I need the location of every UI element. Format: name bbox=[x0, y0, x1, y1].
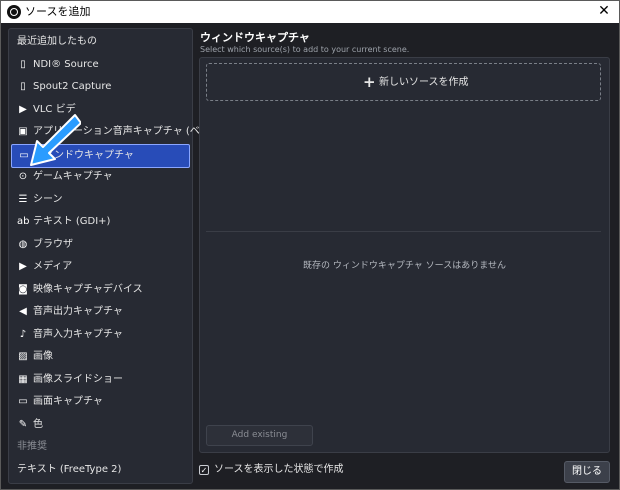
source-type-item[interactable]: 最近追加したもの bbox=[11, 31, 190, 53]
source-type-item[interactable]: ☰ シーン bbox=[11, 189, 190, 211]
obs-logo-icon bbox=[7, 5, 21, 19]
title-bar: ソースを追加 ✕ bbox=[1, 1, 619, 23]
plus-icon: + bbox=[363, 73, 376, 91]
add-existing-button[interactable]: Add existing bbox=[206, 425, 313, 446]
document-icon: ▯ bbox=[20, 81, 26, 92]
source-type-item[interactable]: ◀ 音声出力キャプチャ bbox=[11, 301, 190, 323]
source-type-label: シーン bbox=[33, 193, 63, 205]
source-type-item[interactable]: ▨ 画像 bbox=[11, 346, 190, 368]
camera-icon: ◙ bbox=[18, 283, 28, 295]
existing-sources-panel: + 新しいソースを作成 既存の ウィンドウキャプチャ ソースはありません Add… bbox=[199, 57, 610, 453]
image-icon: ▨ bbox=[18, 351, 28, 362]
source-type-label: 画像 bbox=[33, 351, 53, 362]
source-type-label: ゲームキャプチャ bbox=[33, 171, 113, 182]
source-type-label: 音声出力キャプチャ bbox=[33, 306, 123, 317]
source-type-label: ブラウザ bbox=[33, 238, 73, 250]
source-type-item[interactable]: ◙ 映像キャプチャデバイス bbox=[11, 279, 190, 301]
source-type-item[interactable]: ◍ ブラウザ bbox=[11, 234, 190, 256]
source-type-label: 画像スライドショー bbox=[33, 373, 123, 385]
source-type-item[interactable]: ▭ 画面キャプチャ bbox=[11, 391, 190, 413]
source-type-label: 非推奨 bbox=[17, 441, 47, 452]
source-type-item[interactable]: ♪ 音声入力キャプチャ bbox=[11, 324, 190, 346]
source-type-label: メディア bbox=[33, 261, 73, 272]
globe-icon: ◍ bbox=[18, 238, 28, 250]
source-type-label: テキスト (FreeType 2) bbox=[17, 463, 122, 475]
speaker-icon: ◀ bbox=[19, 306, 27, 317]
gamepad-icon: ⊙ bbox=[18, 171, 28, 182]
empty-sources-message: 既存の ウィンドウキャプチャ ソースはありません bbox=[303, 261, 506, 271]
source-type-label: 音声入力キャプチャ bbox=[33, 328, 123, 340]
make-visible-label: ソースを表示した状態で作成 bbox=[214, 464, 344, 475]
window-title: ソースを追加 bbox=[25, 5, 91, 18]
pointer-arrow-icon bbox=[30, 114, 81, 166]
slideshow-icon: ▦ bbox=[18, 373, 28, 385]
source-type-label: テキスト (GDI+) bbox=[33, 216, 111, 227]
list-icon: ☰ bbox=[18, 193, 28, 205]
microphone-icon: ♪ bbox=[19, 328, 27, 340]
source-type-item[interactable]: ▦ 画像スライドショー bbox=[11, 369, 190, 391]
source-type-item[interactable]: ab テキスト (GDI+) bbox=[11, 211, 190, 233]
source-type-label: 映像キャプチャデバイス bbox=[33, 283, 143, 295]
source-type-item[interactable]: ▯ NDI® Source bbox=[11, 54, 190, 76]
monitor-icon: ▭ bbox=[18, 396, 28, 407]
brush-icon: ✎ bbox=[18, 418, 28, 430]
source-type-label: 画面キャプチャ bbox=[33, 396, 103, 407]
source-type-item[interactable]: ▯ Spout2 Capture bbox=[11, 76, 190, 98]
source-type-label: NDI® Source bbox=[33, 58, 99, 70]
source-type-item[interactable]: ✎ 色 bbox=[11, 414, 190, 436]
source-type-item[interactable]: テキスト (FreeType 2) bbox=[11, 459, 190, 481]
text-icon: ab bbox=[17, 216, 30, 227]
add-source-dialog: ソースを追加 ✕ 最近追加したもの ▯ NDI® Source ▯ Spout2 Cap… bbox=[0, 0, 620, 490]
close-button[interactable]: 閉じる bbox=[564, 461, 610, 483]
source-type-item[interactable]: ▶ メディア bbox=[11, 256, 190, 278]
close-icon[interactable]: ✕ bbox=[595, 2, 613, 20]
source-type-item: 非推奨 bbox=[11, 436, 190, 458]
page-title: ウィンドウキャプチャ bbox=[200, 31, 310, 44]
source-type-label: 最近追加したもの bbox=[17, 36, 97, 47]
source-type-item[interactable]: ⊙ ゲームキャプチャ bbox=[11, 166, 190, 188]
source-type-list: 最近追加したもの ▯ NDI® Source ▯ Spout2 Capture ▶ VLC … bbox=[8, 28, 234, 484]
create-new-source-label: 新しいソースを作成 bbox=[379, 77, 469, 88]
document-icon: ▯ bbox=[20, 58, 26, 70]
divider bbox=[206, 231, 601, 232]
page-subtitle: Select which source(s) to add to your cu… bbox=[200, 45, 410, 54]
play-icon: ▶ bbox=[19, 261, 27, 272]
source-type-label: Spout2 Capture bbox=[33, 81, 112, 92]
create-new-source-button[interactable]: + 新しいソースを作成 bbox=[206, 63, 601, 101]
make-visible-checkbox[interactable]: ✓ bbox=[199, 465, 209, 475]
source-type-label: 色 bbox=[33, 418, 43, 430]
